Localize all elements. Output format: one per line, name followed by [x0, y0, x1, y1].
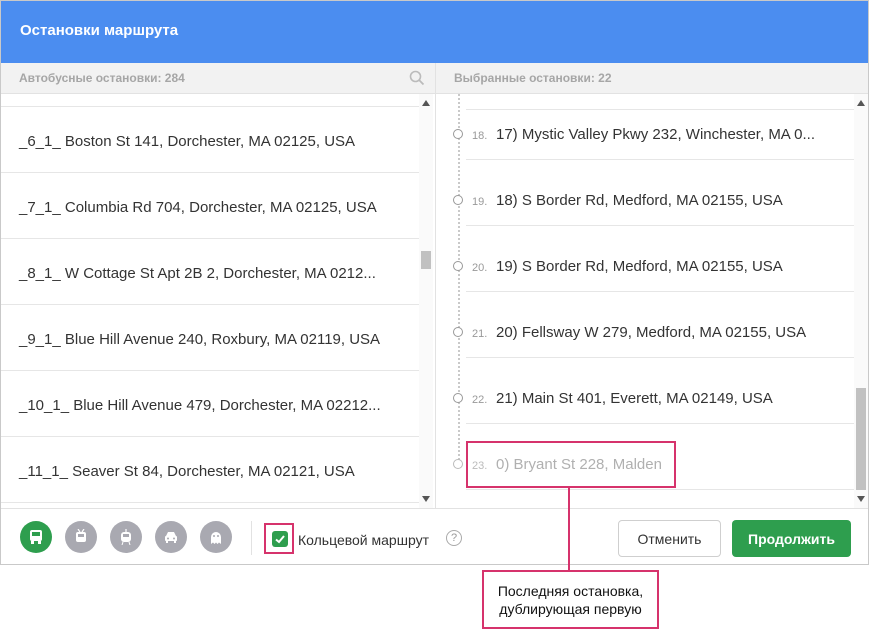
stop-number: 18. — [472, 130, 488, 142]
callout-connector — [568, 487, 570, 571]
stop-circle-icon — [453, 393, 463, 403]
list-item[interactable]: 19. 18) S Border Rd, Medford, MA 02155, … — [436, 160, 854, 226]
stop-circle-icon — [453, 129, 463, 139]
scroll-down-arrow-icon[interactable] — [857, 496, 865, 502]
list-item[interactable] — [1, 94, 419, 107]
dialog-footer: Кольцевой маршрут ? Отменить Продолжить — [1, 508, 868, 564]
left-scrollbar[interactable] — [419, 94, 433, 508]
stop-address: 18) S Border Rd, Medford, MA 02155, USA — [496, 192, 783, 209]
scroll-up-arrow-icon[interactable] — [422, 100, 430, 106]
cancel-button[interactable]: Отменить — [618, 520, 721, 557]
ghost-icon — [211, 532, 221, 544]
search-icon[interactable] — [409, 70, 425, 86]
tram-icon — [121, 529, 131, 545]
list-item[interactable]: _7_1_ Columbia Rd 704, Dorchester, MA 02… — [1, 173, 419, 239]
stop-address: 17) Mystic Valley Pkwy 232, Winchester, … — [496, 126, 815, 143]
stop-address: 21) Main St 401, Everett, MA 02149, USA — [496, 390, 773, 407]
annotation-line-1: Последняя остановка, — [497, 583, 644, 599]
stop-circle-icon — [453, 261, 463, 271]
bus-icon — [30, 530, 42, 544]
trolleybus-icon — [76, 529, 86, 542]
list-item[interactable]: _8_1_ W Cottage St Apt 2B 2, Dorchester,… — [1, 239, 419, 305]
stop-circle-icon — [453, 327, 463, 337]
list-item[interactable]: _9_1_ Blue Hill Avenue 240, Roxbury, MA … — [1, 305, 419, 371]
list-item[interactable]: _10_1_ Blue Hill Avenue 479, Dorchester,… — [1, 371, 419, 437]
stop-number: 19. — [472, 196, 488, 208]
stop-number: 20. — [472, 262, 488, 274]
dialog-title: Остановки маршрута — [20, 22, 179, 39]
scroll-up-arrow-icon[interactable] — [857, 100, 865, 106]
help-icon[interactable]: ? — [446, 530, 462, 546]
stop-circle-icon — [453, 459, 463, 469]
bus-stops-count: Автобусные остановки: 284 — [19, 71, 185, 85]
list-item[interactable]: 18. 17) Mystic Valley Pkwy 232, Winchest… — [436, 94, 854, 160]
selected-stops-header: Выбранные остановки: 22 — [436, 63, 868, 94]
other-transport-filter-button[interactable] — [200, 521, 232, 553]
stop-address: 20) Fellsway W 279, Medford, MA 02155, U… — [496, 324, 807, 341]
bus-filter-button[interactable] — [20, 521, 52, 553]
dialog-titlebar: Остановки маршрута — [1, 1, 868, 63]
taxi-icon — [165, 532, 177, 543]
stop-name: _9_1_ Blue Hill Avenue 240, Roxbury, MA … — [19, 331, 381, 348]
stop-address: 19) S Border Rd, Medford, MA 02155, USA — [496, 258, 783, 275]
list-item[interactable]: _6_1_ Boston St 141, Dorchester, MA 0212… — [1, 107, 419, 173]
stop-number: 21. — [472, 328, 488, 340]
bus-stops-list: _6_1_ Boston St 141, Dorchester, MA 0212… — [1, 94, 419, 508]
circular-route-label[interactable]: Кольцевой маршрут — [298, 532, 429, 548]
stop-name: _7_1_ Columbia Rd 704, Dorchester, MA 02… — [19, 199, 377, 216]
stop-name: _11_1_ Seaver St 84, Dorchester, MA 0212… — [19, 463, 355, 480]
list-item[interactable]: 22. 21) Main St 401, Everett, MA 02149, … — [436, 358, 854, 424]
scroll-thumb[interactable] — [421, 251, 431, 269]
trolleybus-filter-button[interactable] — [65, 521, 97, 553]
selected-stops-count: Выбранные остановки: 22 — [454, 71, 612, 85]
footer-divider — [251, 521, 252, 555]
stop-name: _10_1_ Blue Hill Avenue 479, Dorchester,… — [19, 397, 381, 414]
list-item[interactable]: 21. 20) Fellsway W 279, Medford, MA 0215… — [436, 292, 854, 358]
list-item[interactable]: 20. 19) S Border Rd, Medford, MA 02155, … — [436, 226, 854, 292]
annotation-callout: Последняя остановка, дублирующая первую — [482, 570, 659, 629]
tram-filter-button[interactable] — [110, 521, 142, 553]
stop-circle-icon — [453, 195, 463, 205]
scroll-thumb[interactable] — [856, 388, 866, 490]
stop-number: 22. — [472, 394, 488, 406]
continue-button[interactable]: Продолжить — [732, 520, 851, 557]
duplicate-stop-highlight — [466, 441, 676, 488]
checkbox-highlight — [264, 523, 294, 554]
bus-stops-header: Автобусные остановки: 284 — [1, 63, 435, 94]
stop-name: _8_1_ W Cottage St Apt 2B 2, Dorchester,… — [19, 265, 376, 282]
scroll-down-arrow-icon[interactable] — [422, 496, 430, 502]
list-item[interactable]: _11_1_ Seaver St 84, Dorchester, MA 0212… — [1, 437, 419, 503]
annotation-line-2: дублирующая первую — [499, 601, 642, 617]
stop-name: _6_1_ Boston St 141, Dorchester, MA 0212… — [19, 133, 356, 150]
route-stops-dialog: Остановки маршрута Автобусные остановки:… — [0, 0, 869, 565]
right-scrollbar[interactable] — [854, 94, 868, 508]
taxi-filter-button[interactable] — [155, 521, 187, 553]
